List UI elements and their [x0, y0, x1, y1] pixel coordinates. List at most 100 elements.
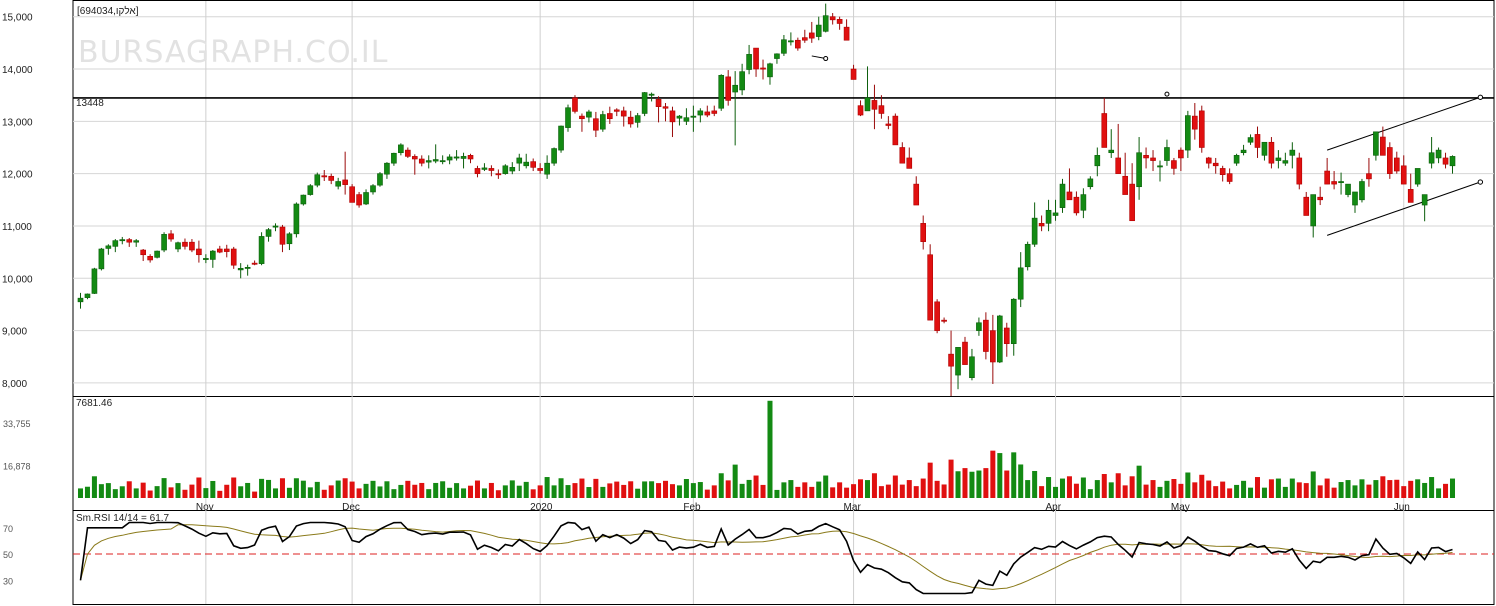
volume-bar — [830, 487, 836, 498]
candle — [377, 172, 383, 187]
candle-body — [600, 114, 606, 130]
candle-body — [418, 158, 425, 164]
volume-bar — [669, 484, 675, 498]
candle-body — [168, 233, 174, 240]
volume-bar — [140, 482, 146, 498]
candle-body — [648, 93, 655, 96]
volume-bar — [614, 481, 620, 498]
volume-bar — [293, 478, 299, 498]
candle-body — [474, 168, 481, 174]
price-tick-label: 11,000 — [2, 222, 32, 233]
candle-body — [1143, 155, 1149, 159]
candle-body — [899, 147, 906, 164]
volume-bar — [1080, 477, 1086, 498]
volume-bar — [349, 481, 355, 498]
candle-body — [523, 161, 530, 167]
volume-bar — [683, 479, 689, 498]
candle — [314, 172, 321, 188]
candle-body — [885, 123, 892, 126]
volume-bar — [1227, 488, 1233, 498]
candle-body — [669, 110, 676, 123]
candle — [349, 184, 355, 203]
volume-bar — [934, 480, 940, 498]
volume-bar — [481, 488, 487, 498]
volume-bar — [746, 479, 752, 498]
trend-lower-marker — [1477, 179, 1484, 185]
volume-bar — [175, 483, 181, 498]
candle-body — [634, 115, 641, 123]
volume-bar — [1268, 479, 1274, 498]
candle-body — [516, 157, 523, 164]
candle-body — [1331, 181, 1337, 185]
candle-body — [920, 223, 927, 242]
candle-body — [955, 347, 961, 376]
volume-bar — [1046, 477, 1052, 498]
volume-bar — [1150, 480, 1156, 498]
volume-bar — [509, 480, 515, 498]
volume-bar — [1345, 480, 1351, 498]
candle-body — [1212, 162, 1219, 167]
candle-body — [767, 63, 773, 78]
volume-bar — [259, 478, 265, 498]
volume-bar — [356, 488, 362, 498]
volume-bar — [1401, 486, 1407, 498]
candle-body — [286, 233, 293, 245]
volume-bar — [342, 478, 348, 498]
volume-bar — [927, 462, 933, 498]
month-label: 2020 — [530, 502, 553, 513]
candle-body — [1400, 165, 1407, 185]
volume-bar — [426, 489, 432, 498]
volume-bar — [321, 489, 327, 498]
volume-bar — [454, 483, 460, 498]
candle — [161, 232, 167, 253]
volume-bar — [147, 490, 153, 498]
volume-bar — [1136, 465, 1142, 498]
volume-bar — [565, 485, 571, 498]
volume-bar — [1129, 476, 1135, 498]
volume-bar — [962, 468, 968, 498]
candle — [1024, 241, 1031, 271]
candle-body — [244, 266, 251, 269]
volume-bar — [1387, 480, 1393, 498]
plot-border — [72, 0, 1495, 605]
volume-bar — [1164, 480, 1170, 498]
candle-body — [934, 301, 940, 331]
volume-bar — [91, 476, 97, 498]
volume-bar — [607, 483, 613, 498]
volume-bar — [1366, 484, 1372, 498]
volume-bar — [398, 484, 404, 498]
volume-bar — [440, 481, 446, 498]
candle-body — [627, 116, 634, 125]
candle-body — [725, 76, 732, 101]
volume-bar — [231, 477, 237, 498]
candle-body — [182, 241, 188, 247]
candle-body — [1442, 157, 1449, 165]
volume-bar — [983, 468, 989, 498]
volume-bar — [955, 471, 961, 498]
volume-bar — [328, 485, 334, 498]
month-label: Nov — [196, 502, 214, 513]
candle-body — [91, 268, 98, 294]
candle-body — [1185, 115, 1191, 151]
volume-bar — [969, 471, 975, 498]
volume-bar — [224, 484, 230, 498]
candle-body — [579, 115, 585, 120]
candle-body — [189, 241, 195, 251]
candle-body — [1421, 194, 1428, 206]
volume-bar — [314, 481, 320, 498]
candle-body — [349, 186, 355, 203]
candle-body — [530, 161, 536, 168]
volume-bar — [523, 481, 529, 498]
volume-bar — [711, 485, 717, 498]
stock-chart: BURSAGRAPH.CO.IL [אלקו,694034] 8,000 9,00… — [2, 0, 1495, 605]
volume-bar — [725, 480, 731, 498]
candle-body — [1275, 157, 1282, 161]
candle-body — [1359, 181, 1365, 201]
candle-body — [453, 156, 460, 159]
candle-body — [558, 125, 564, 151]
volume-bar — [488, 482, 494, 498]
candle-body — [941, 319, 947, 322]
candle — [1387, 142, 1393, 179]
volume-bar — [586, 487, 592, 498]
volume-bar — [1018, 464, 1024, 498]
